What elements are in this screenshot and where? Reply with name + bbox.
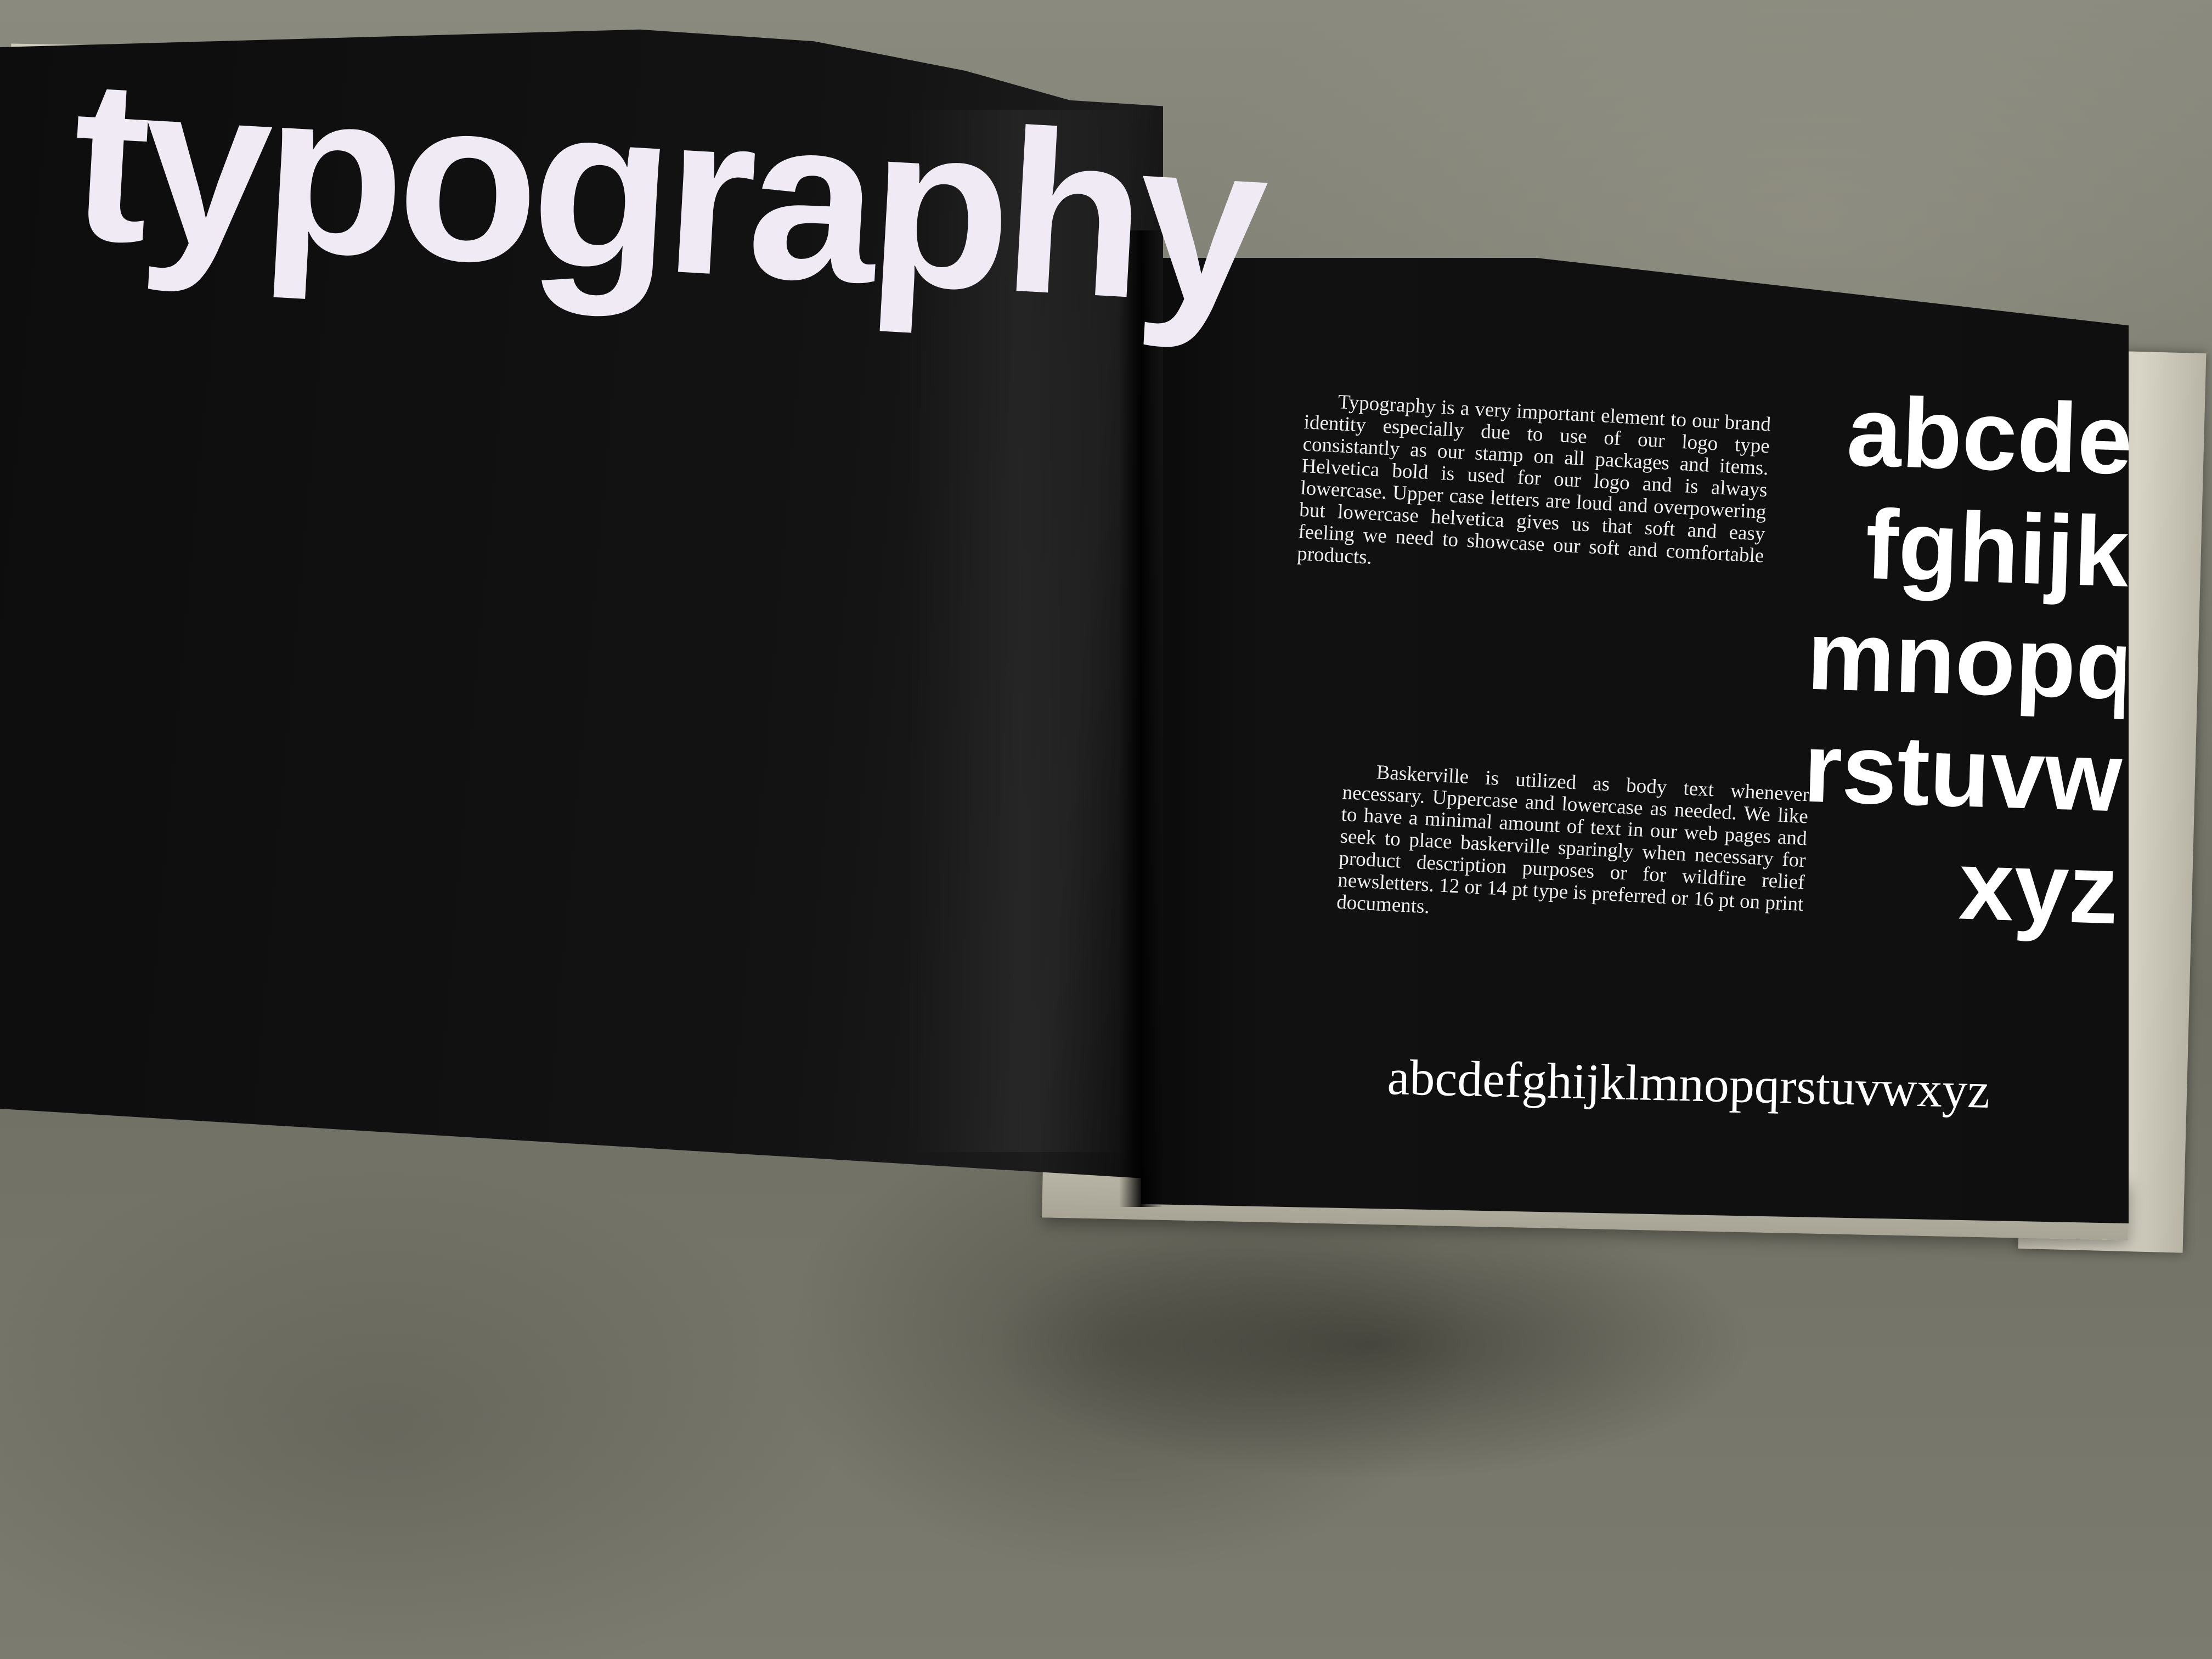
book-shadow [988, 1207, 1756, 1481]
page-headline: typography [66, 30, 1267, 354]
alphabet-line: mnopq [1805, 600, 2134, 721]
alphabet-line: rstuvw [1802, 712, 2124, 833]
book-gutter [1119, 230, 1163, 1207]
alphabet-line: xyz [1957, 830, 2120, 945]
helvetica-description: Typography is a very important element t… [1296, 391, 1771, 569]
alphabet-line: abcde [1845, 376, 2134, 495]
baskerville-description: Baskerville is utilized as body text whe… [1336, 761, 1810, 918]
helvetica-alphabet-sample: abcde fghijk mnopq rstuvw xyz [1797, 374, 2134, 977]
alphabet-line: fghijk [1864, 489, 2131, 608]
